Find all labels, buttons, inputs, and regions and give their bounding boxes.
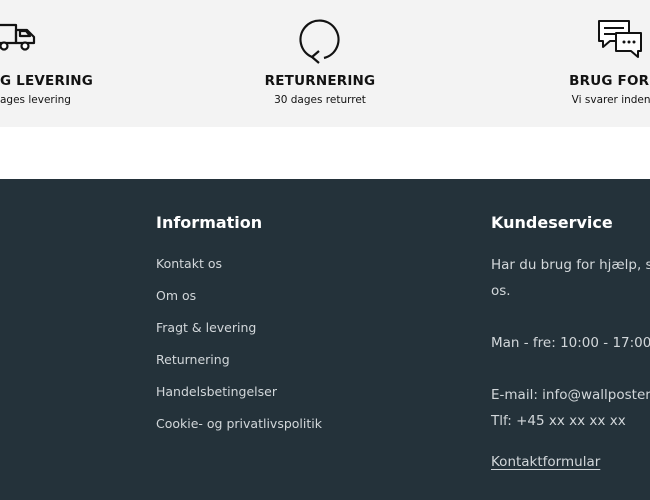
footer-link-label[interactable]: Returnering [156,352,230,367]
feature-subtitle: 30 dages returret [274,94,366,106]
help-text-line1: Har du brug for hjælp, så [491,257,650,273]
footer-link-kontakt[interactable]: Kontakt os [156,256,322,288]
contact-form-link[interactable]: Kontaktformular [491,449,600,475]
chat-bubbles-icon [596,15,644,63]
information-links: Kontakt os Om os Fragt & levering Return… [156,256,322,448]
footer-link-cookie[interactable]: Cookie- og privatlivspolitik [156,416,322,448]
return-arrow-icon [298,15,342,69]
footer-link-returnering[interactable]: Returnering [156,352,322,384]
information-heading: Information [156,213,263,232]
features-bar: G LEVERING ages levering RETURNERING 30 … [0,0,650,127]
section-spacer [0,127,650,179]
footer-link-label[interactable]: Om os [156,288,196,303]
footer-link-handelsbetingelser[interactable]: Handelsbetingelser [156,384,322,416]
feature-title: BRUG FOR HJ [569,73,650,89]
delivery-truck-icon [0,15,40,59]
site-footer: Information Kontakt os Om os Fragt & lev… [0,179,650,500]
phone-text: Tlf: +45 xx xx xx xx [491,413,626,429]
footer-link-fragt[interactable]: Fragt & levering [156,320,322,352]
footer-link-label[interactable]: Kontakt os [156,256,222,271]
footer-link-label[interactable]: Handelsbetingelser [156,384,277,399]
email-text: E-mail: info@wallposters [491,387,650,403]
kundeservice-text: Har du brug for hjælp, så os. Man - fre:… [491,252,650,475]
kundeservice-heading: Kundeservice [491,213,613,232]
feature-subtitle: Vi svarer inden for [571,94,650,106]
footer-link-label[interactable]: Fragt & levering [156,320,256,335]
feature-title: RETURNERING [264,73,376,89]
footer-link-label[interactable]: Cookie- og privatlivspolitik [156,416,322,431]
footer-link-om-os[interactable]: Om os [156,288,322,320]
opening-hours: Man - fre: 10:00 - 17:00 [491,335,650,351]
help-text-line2: os. [491,283,511,299]
